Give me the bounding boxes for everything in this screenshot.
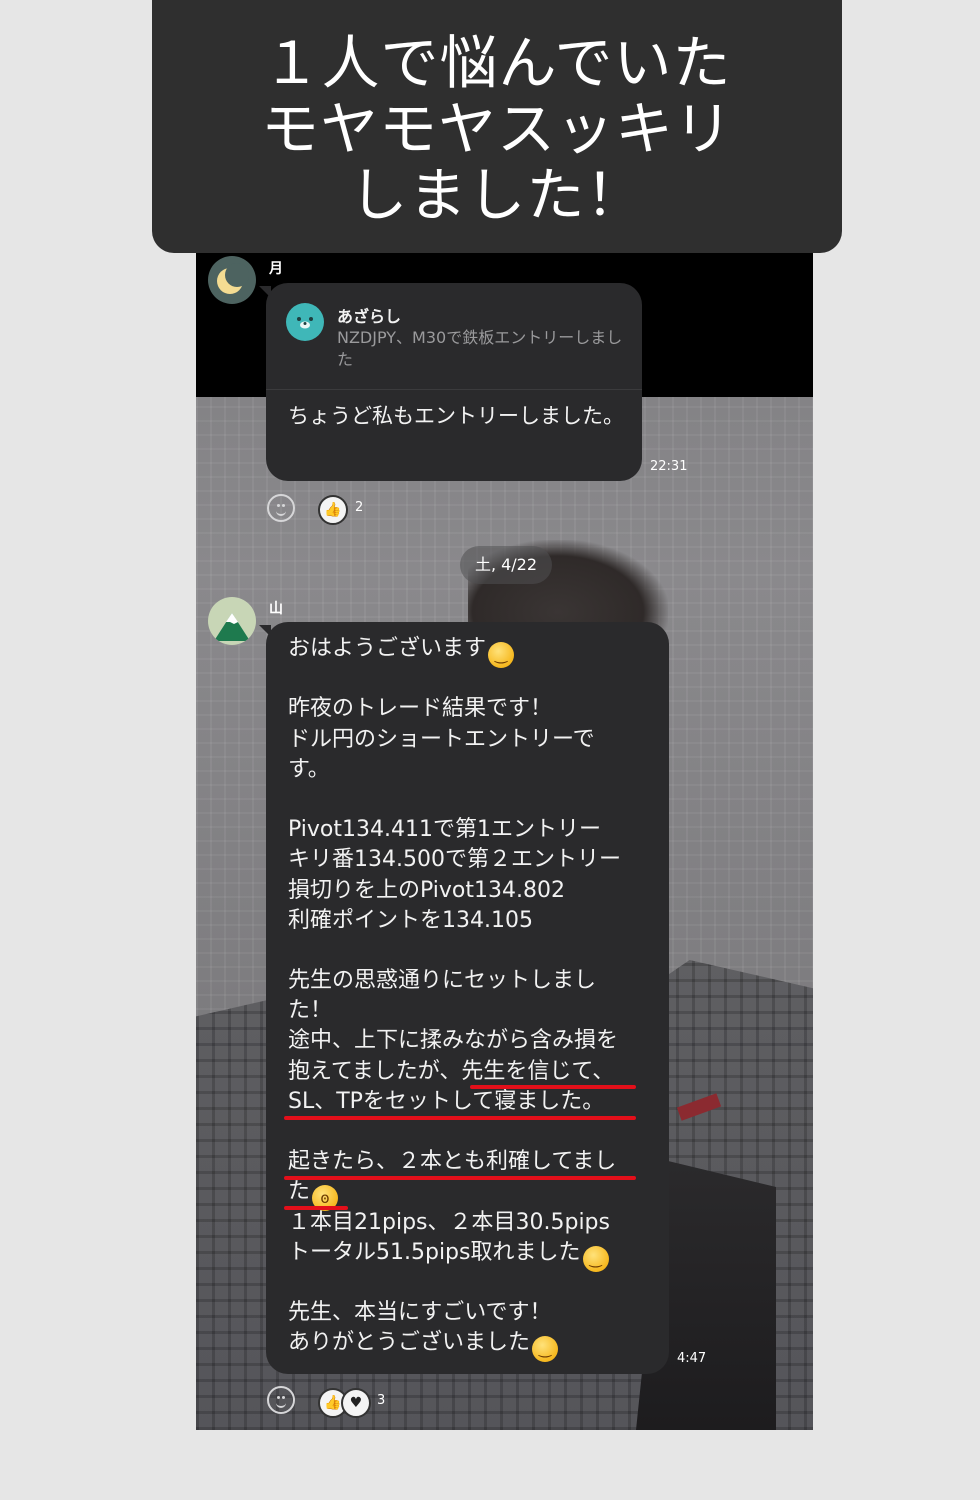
message-line: 途中、上下に揉みながら含み損を — [288, 1028, 619, 1054]
reaction-count: 3 — [377, 1393, 386, 1408]
highlight-underline — [284, 1206, 348, 1210]
heart-eyes-reaction-icon[interactable]: ♥ — [341, 1388, 371, 1418]
message-line: 損切りを上のPivot134.802 — [288, 877, 565, 903]
message-line: Pivot134.411で第1エントリー — [288, 817, 601, 843]
message-line: 先生、本当にすごいです！ — [288, 1300, 552, 1326]
message-bubble[interactable]: おはようございます ‿ 昨夜のトレード結果です！ ドル円のショートエントリーで す… — [266, 622, 669, 1374]
message-line: 昨夜のトレード結果です！ — [288, 696, 553, 722]
message-line — [288, 664, 658, 694]
smiling-emoji-icon: ‿ — [532, 1336, 559, 1363]
add-reaction-icon[interactable] — [267, 1386, 295, 1414]
message-line — [288, 1268, 658, 1298]
message-line: たꙩ — [288, 1177, 658, 1212]
message-time: 4:47 — [677, 1351, 707, 1366]
quote-text: NZDJPY、M30で鉄板エントリーしました — [337, 328, 623, 369]
message-line: 抱えてましたが、先生を信じて、 — [288, 1058, 615, 1084]
message-time: 22:31 — [650, 459, 688, 474]
message-line: 起きたら、２本とも利確してまし — [288, 1149, 617, 1175]
headline-line: １人で悩んでいた — [262, 28, 732, 97]
message-line: おはようございます ‿ — [288, 634, 658, 668]
grinning-emoji-icon: ‿ — [488, 642, 515, 668]
mountain-avatar-icon[interactable] — [208, 597, 256, 645]
moon-avatar-icon[interactable] — [208, 256, 256, 304]
seal-avatar-icon — [286, 303, 324, 341]
headline-line: モヤモヤスッキリ — [260, 94, 733, 163]
message-line: 先生の思惑通りにセットしまし — [288, 968, 597, 994]
message-line — [288, 936, 658, 966]
date-separator: 土, 4/22 — [460, 546, 552, 584]
reaction-count: 2 — [355, 500, 364, 515]
sender-name: 山 — [269, 601, 283, 617]
sticker-reaction-icon[interactable]: 👍 — [318, 495, 348, 525]
highlight-underline — [284, 1176, 636, 1180]
message-line: た！ — [288, 998, 333, 1024]
highlight-underline — [284, 1116, 636, 1120]
message-line: １本目21pips、２本目30.5pips — [288, 1209, 610, 1235]
sender-name: 月 — [269, 261, 283, 277]
add-reaction-icon[interactable] — [267, 494, 295, 522]
headline-line: しました！ — [349, 160, 645, 229]
smiling-emoji-icon: ‿ — [582, 1245, 609, 1272]
message-line — [288, 1117, 658, 1147]
message-line: ドル円のショートエントリーで — [288, 726, 595, 752]
quoted-message[interactable]: あざらし NZDJPY、M30で鉄板エントリーしました — [266, 283, 642, 390]
message-line — [288, 785, 658, 815]
message-text: ちょうど私もエントリーしました。 — [288, 404, 624, 428]
message-text-block: おはようございます ‿ 昨夜のトレード結果です！ ドル円のショートエントリーで す… — [288, 634, 658, 1363]
message-bubble[interactable]: あざらし NZDJPY、M30で鉄板エントリーしました ちょうど私もエントリーし… — [266, 283, 642, 481]
message-line: トータル51.5pips取れました ‿ — [288, 1238, 658, 1272]
headline-banner: １人で悩んでいた モヤモヤスッキリ しました！ — [152, 0, 842, 253]
quote-sender-name: あざらし — [337, 307, 402, 326]
message-line: す。 — [288, 756, 330, 782]
highlight-underline — [470, 1085, 636, 1089]
message-line: SL、TPをセットして寝ました。 — [288, 1088, 605, 1114]
message-line: 利確ポイントを134.105 — [288, 907, 533, 933]
message-line: ありがとうございました ‿ — [288, 1328, 658, 1363]
message-line: キリ番134.500で第２エントリー — [288, 847, 621, 873]
